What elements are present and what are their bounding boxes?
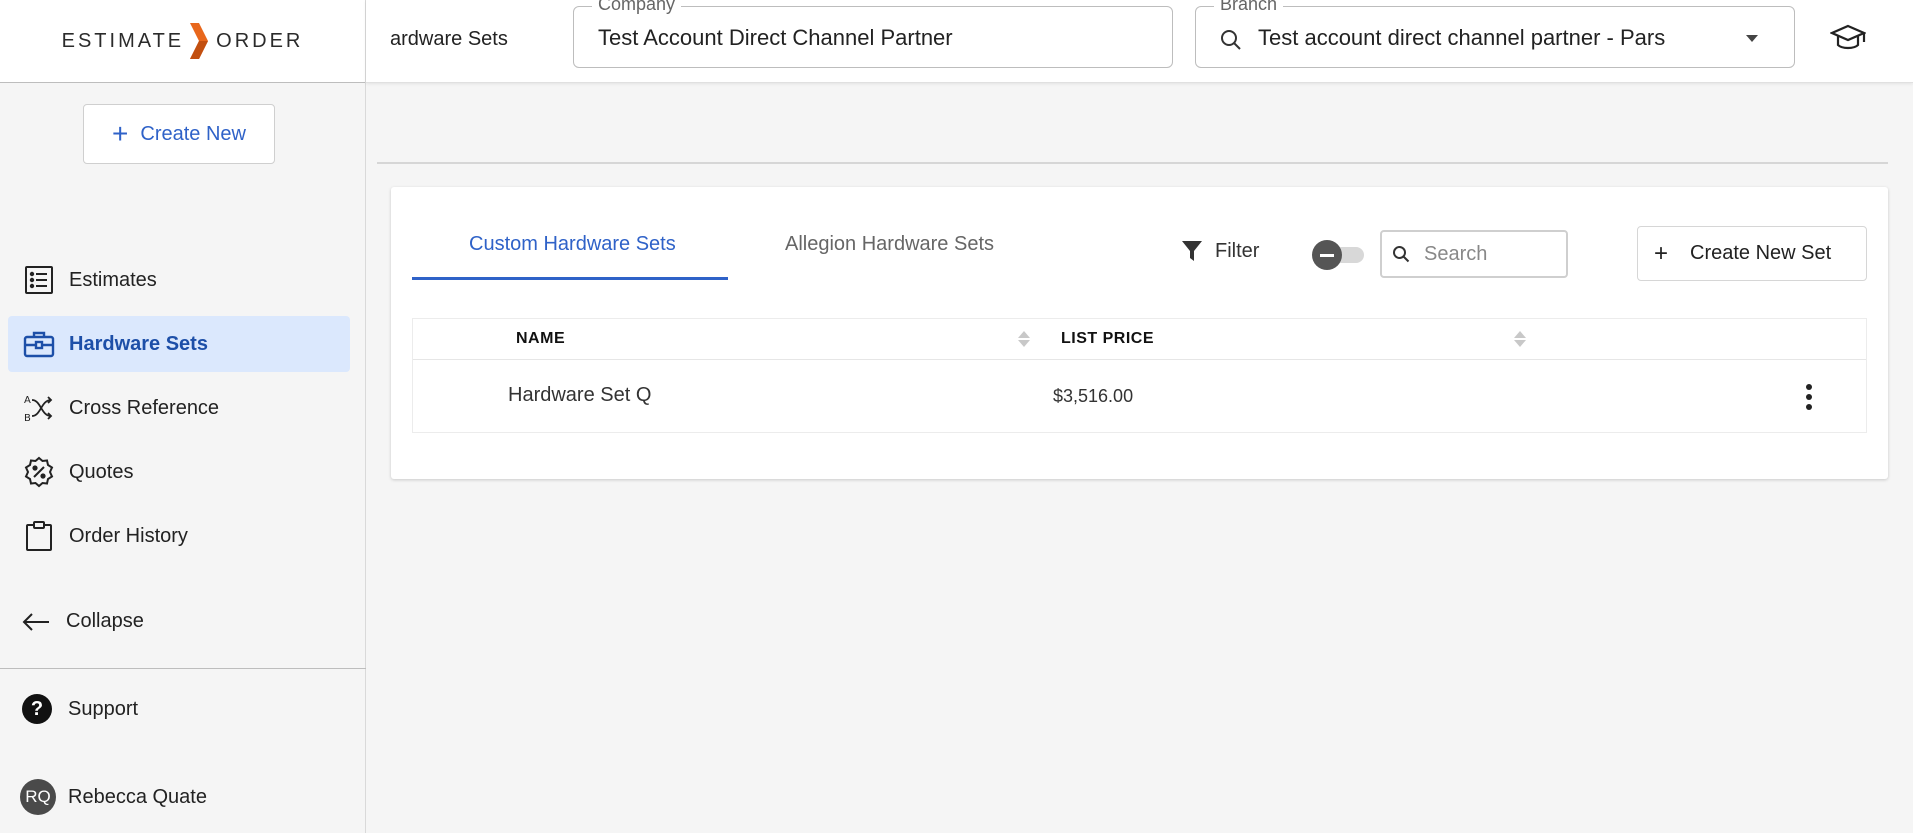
more-options-icon[interactable] xyxy=(1799,382,1819,412)
sidebar: ESTIMATE ORDER + Create New Estimates Ha… xyxy=(0,0,366,833)
graduation-cap-icon[interactable] xyxy=(1830,22,1866,54)
sidebar-item-quotes[interactable]: Quotes xyxy=(8,444,350,500)
sidebar-item-label: Estimates xyxy=(69,268,157,291)
branch-field-label: Branch xyxy=(1214,0,1284,15)
arrow-left-icon xyxy=(22,612,49,631)
cell-name: Hardware Set Q xyxy=(508,384,652,406)
content-divider xyxy=(377,162,1888,164)
filter-toggle[interactable] xyxy=(1312,240,1368,270)
sidebar-item-label: Hardware Sets xyxy=(69,332,208,355)
user-menu[interactable]: RQ Rebecca Quate xyxy=(20,779,207,815)
sidebar-divider xyxy=(0,668,366,669)
toolbox-icon xyxy=(22,327,56,361)
active-tab-indicator xyxy=(412,277,728,280)
table-row[interactable]: Hardware Set Q $3,516.00 xyxy=(413,360,1866,432)
logo-text-right: ORDER xyxy=(216,29,304,52)
clipboard-icon xyxy=(22,519,56,553)
create-new-label: Create New xyxy=(140,122,246,145)
search-icon xyxy=(1393,246,1410,263)
collapse-button[interactable]: Collapse xyxy=(22,610,144,633)
chevron-down-icon[interactable] xyxy=(1746,35,1758,42)
sort-icon[interactable] xyxy=(1017,328,1031,350)
filter-label: Filter xyxy=(1215,239,1260,262)
search-placeholder: Search xyxy=(1424,242,1488,265)
branch-select[interactable]: Branch Test account direct channel partn… xyxy=(1195,0,1795,68)
plus-icon: + xyxy=(1654,239,1669,267)
sort-icon[interactable] xyxy=(1513,328,1527,350)
app-logo[interactable]: ESTIMATE ORDER xyxy=(62,21,304,61)
logo-area: ESTIMATE ORDER xyxy=(0,0,365,83)
breadcrumb: ardware Sets xyxy=(390,28,508,50)
avatar: RQ xyxy=(20,779,56,815)
hardware-sets-table: NAME LIST PRICE Hardware Set Q $3,516.00 xyxy=(412,318,1867,433)
branch-field-value: Test account direct channel partner - Pa… xyxy=(1258,25,1666,50)
sidebar-nav: Estimates Hardware Sets A B Cross Refere… xyxy=(8,252,350,572)
svg-text:A: A xyxy=(24,395,31,406)
sidebar-item-hardware-sets[interactable]: Hardware Sets xyxy=(8,316,350,372)
sidebar-item-estimates[interactable]: Estimates xyxy=(8,252,350,308)
table-header: NAME LIST PRICE xyxy=(413,319,1866,360)
toggle-knob-minus-icon xyxy=(1312,240,1342,270)
cell-list-price: $3,516.00 xyxy=(1053,386,1134,406)
user-name: Rebecca Quate xyxy=(68,785,207,808)
collapse-label: Collapse xyxy=(66,610,144,632)
top-bar: ardware Sets Company Test Account Direct… xyxy=(366,0,1913,83)
filter-icon xyxy=(1182,241,1202,261)
column-header-name[interactable]: NAME xyxy=(516,330,565,348)
tab-allegion-hardware-sets[interactable]: Allegion Hardware Sets xyxy=(785,233,994,256)
svg-text:B: B xyxy=(24,413,31,424)
sidebar-item-label: Cross Reference xyxy=(69,396,220,419)
sidebar-item-cross-reference[interactable]: A B Cross Reference xyxy=(8,380,350,436)
create-new-set-label: Create New Set xyxy=(1690,242,1832,264)
sidebar-item-label: Order History xyxy=(69,524,188,547)
search-icon xyxy=(1221,30,1241,50)
column-header-list-price[interactable]: LIST PRICE xyxy=(1061,330,1154,348)
company-field-value: Test Account Direct Channel Partner xyxy=(598,25,953,50)
sidebar-item-order-history[interactable]: Order History xyxy=(8,508,350,564)
search-input[interactable]: Search xyxy=(1380,230,1568,278)
create-new-button[interactable]: + Create New xyxy=(83,104,275,164)
discount-badge-icon xyxy=(22,455,56,489)
company-field[interactable]: Company Test Account Direct Channel Part… xyxy=(573,0,1173,68)
logo-text-left: ESTIMATE xyxy=(61,29,185,52)
sidebar-item-label: Quotes xyxy=(69,460,134,483)
logo-chevron-icon xyxy=(190,23,209,59)
hardware-sets-card: Custom Hardware Sets Allegion Hardware S… xyxy=(391,187,1888,479)
list-icon xyxy=(22,263,56,297)
create-new-set-button[interactable]: + Create New Set xyxy=(1637,226,1867,281)
help-icon: ? xyxy=(22,694,52,724)
company-field-label: Company xyxy=(592,0,682,15)
plus-icon: + xyxy=(112,118,129,149)
filter-button[interactable]: Filter xyxy=(1181,239,1259,263)
support-link[interactable]: ? Support xyxy=(22,694,138,724)
cross-reference-icon: A B xyxy=(22,391,56,425)
tab-custom-hardware-sets[interactable]: Custom Hardware Sets xyxy=(469,233,676,256)
support-label: Support xyxy=(68,697,139,720)
